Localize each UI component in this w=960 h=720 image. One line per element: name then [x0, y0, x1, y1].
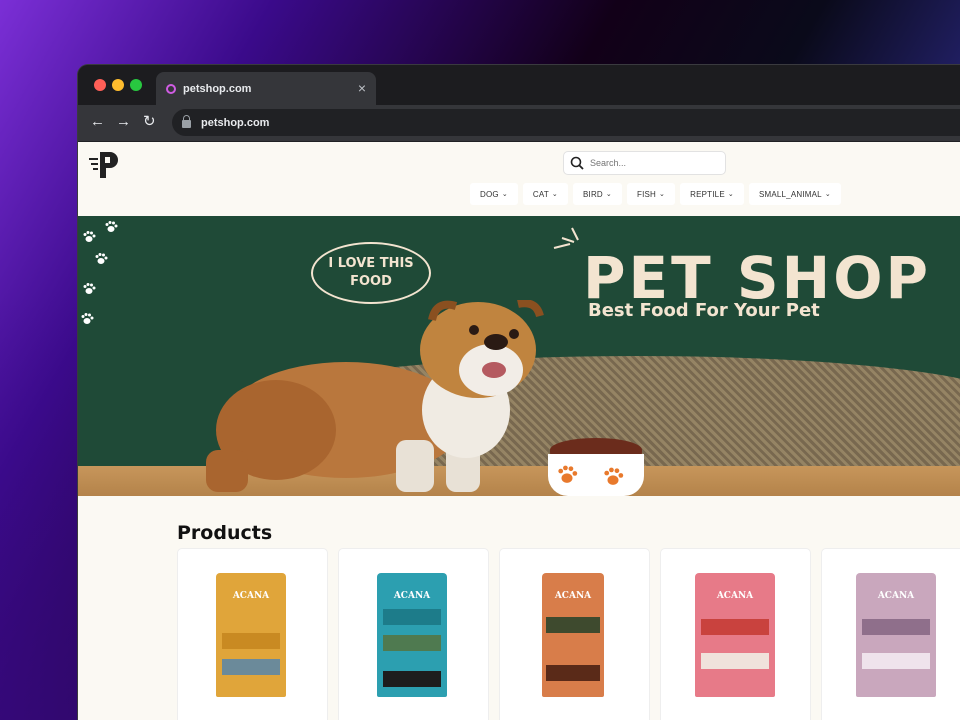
lock-icon [182, 114, 191, 128]
nav-label: CAT [532, 189, 549, 199]
product-label-band [701, 653, 769, 669]
product-image[interactable]: ACANA [377, 573, 447, 697]
product-label-band [701, 619, 769, 635]
reload-icon[interactable]: ↻ [143, 113, 156, 131]
product-image[interactable]: ACANA [216, 573, 286, 697]
products-section: Products [177, 522, 272, 544]
browser-window: petshop.com × ← → ↻ petshop.com Search..… [78, 65, 960, 720]
product-label-band [546, 665, 600, 681]
nav-item-bird[interactable]: BIRD ⌄ [573, 183, 622, 205]
product-label-band [222, 633, 280, 649]
forward-arrow-icon[interactable]: → [116, 113, 131, 131]
chevron-down-icon: ⌄ [501, 191, 508, 198]
product-label-band [383, 671, 441, 687]
product-image[interactable]: ACANA [542, 573, 604, 697]
product-label-band [383, 609, 441, 625]
paw-print-icon [83, 231, 96, 242]
search-icon [570, 156, 584, 170]
paw-print-icon [95, 253, 108, 264]
close-window-button[interactable] [94, 79, 106, 91]
paw-print-icon [604, 467, 624, 485]
product-brand: ACANA [877, 591, 915, 601]
chevron-down-icon: ⌄ [551, 191, 558, 198]
back-arrow-icon[interactable]: ← [90, 113, 105, 131]
product-label-band [862, 653, 930, 669]
product-brand: ACANA [554, 591, 592, 601]
product-label-band [222, 659, 280, 675]
chevron-down-icon: ⌄ [727, 191, 734, 198]
nav-item-fish[interactable]: FISH ⌄ [627, 183, 676, 205]
product-label-band [546, 617, 600, 633]
nav-label: DOG [480, 189, 499, 199]
chevron-down-icon: ⌄ [605, 191, 612, 198]
tab-title: petshop.com [183, 82, 252, 95]
hero-banner: I LOVE THIS FOOD PET SHOP Best Food For … [78, 216, 960, 496]
paw-print-icon [81, 313, 94, 324]
site-logo-icon[interactable] [88, 150, 122, 180]
search-input[interactable] [590, 158, 710, 168]
url-text: petshop.com [201, 116, 270, 129]
speech-bubble: I LOVE THIS FOOD [311, 242, 431, 304]
chevron-down-icon: ⌄ [824, 191, 831, 198]
tab-bar: petshop.com × [78, 65, 960, 105]
product-grid: ACANA ACANA ACANA ACANA ACANA [177, 548, 960, 720]
product-card[interactable]: ACANA [177, 548, 328, 720]
nav-label: SMALL_ANIMAL [758, 189, 822, 199]
chevron-down-icon: ⌄ [659, 191, 666, 198]
products-heading: Products [177, 522, 273, 544]
nav-label: REPTILE [690, 189, 725, 199]
search-box[interactable] [563, 151, 726, 175]
product-brand: ACANA [716, 591, 754, 601]
minimize-window-button[interactable] [112, 79, 124, 91]
product-label-band [383, 635, 441, 651]
paw-print-icon [558, 465, 578, 483]
site-favicon-icon [166, 83, 176, 94]
category-nav: DOG ⌄ CAT ⌄ BIRD ⌄ FISH ⌄ REPTILE ⌄ SMALL_ANI… [470, 183, 841, 205]
maximize-window-button[interactable] [130, 79, 142, 91]
nav-label: FISH [637, 189, 657, 199]
product-card[interactable]: ACANA [499, 548, 650, 720]
food-bowl-image [548, 454, 644, 496]
product-card[interactable]: ACANA [660, 548, 811, 720]
product-image[interactable]: ACANA [695, 573, 775, 697]
browser-toolbar: ← → ↻ petshop.com [78, 105, 960, 141]
product-label-band [862, 619, 930, 635]
bubble-line-2: FOOD [350, 274, 392, 289]
nav-item-reptile[interactable]: REPTILE ⌄ [680, 183, 744, 205]
product-card[interactable]: ACANA [338, 548, 489, 720]
nav-item-small-animal[interactable]: SMALL_ANIMAL ⌄ [748, 183, 841, 205]
webpage: DOG⌄ CAT⌄ BIRD⌄ FISH⌄ REPTILE⌄ SMALL_ANI… [78, 142, 960, 720]
nav-item-dog[interactable]: DOG ⌄ [470, 183, 518, 205]
paw-print-icon [105, 221, 118, 232]
product-brand: ACANA [393, 591, 431, 601]
nav-item-cat[interactable]: CAT ⌄ [522, 183, 568, 205]
bulldog-image [206, 300, 544, 492]
product-brand: ACANA [232, 591, 270, 601]
bubble-line-1: I LOVE THIS [328, 256, 414, 271]
address-bar[interactable]: petshop.com [172, 109, 960, 136]
product-card[interactable]: ACANA [821, 548, 960, 720]
product-image[interactable]: ACANA [856, 573, 936, 697]
paw-print-icon [83, 283, 96, 294]
close-tab-icon[interactable]: × [358, 80, 366, 96]
hero-subtitle: Best Food For Your Pet [588, 300, 820, 321]
nav-label: BIRD [583, 189, 603, 199]
site-header: DOG⌄ CAT⌄ BIRD⌄ FISH⌄ REPTILE⌄ SMALL_ANI… [78, 142, 960, 216]
browser-tab[interactable]: petshop.com × [156, 72, 376, 105]
